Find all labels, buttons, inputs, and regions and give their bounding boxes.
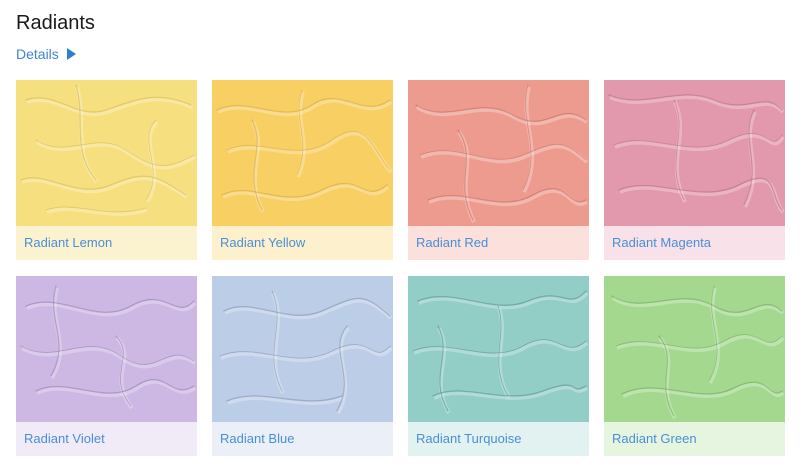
brush-highlight <box>609 95 785 114</box>
swatch-card-magenta[interactable]: Radiant Magenta <box>604 80 785 260</box>
swatch-card-lemon[interactable]: Radiant Lemon <box>16 80 197 260</box>
swatch-image <box>16 276 197 422</box>
swatch-image <box>212 276 393 422</box>
brush-ridge <box>35 139 195 167</box>
paint-texture <box>611 285 785 419</box>
page: Radiants Details Radiant Lemon Radiant Y… <box>0 0 800 474</box>
swatch-image <box>16 80 197 226</box>
brush-ridge <box>219 344 391 359</box>
brush-highlight <box>217 98 393 117</box>
swatch-card-green[interactable]: Radiant Green <box>604 276 785 456</box>
swatch-label: Radiant Turquoise <box>408 422 589 456</box>
paint-texture <box>20 84 196 216</box>
swatch-label: Radiant Blue <box>212 422 393 456</box>
swatch-image <box>408 276 589 422</box>
swatch-label: Radiant Violet <box>16 422 197 456</box>
brush-highlight <box>46 207 148 216</box>
swatch-image <box>604 276 785 422</box>
swatch-image <box>212 80 393 226</box>
brush-highlight <box>743 111 757 208</box>
brush-highlight <box>658 336 677 419</box>
brush-highlight <box>26 97 193 116</box>
brush-ridge <box>20 175 187 196</box>
swatch-image <box>408 80 589 226</box>
swatch-label: Radiant Green <box>604 422 785 456</box>
swatch-image <box>604 80 785 226</box>
paint-texture <box>412 290 589 414</box>
brush-highlight <box>227 131 393 174</box>
paint-texture <box>20 285 197 410</box>
swatch-label: Radiant Red <box>408 226 589 260</box>
swatch-grid: Radiant Lemon Radiant Yellow Radiant Red… <box>16 80 786 456</box>
swatch-label: Radiant Lemon <box>16 226 197 260</box>
paint-texture <box>415 84 589 223</box>
brush-highlight <box>35 140 196 170</box>
swatch-label: Radiant Yellow <box>212 226 393 260</box>
paint-texture <box>216 89 393 213</box>
brush-highlight <box>457 130 476 223</box>
details-link[interactable]: Details <box>16 45 76 63</box>
brush-ridge <box>615 334 783 349</box>
swatch-card-blue[interactable]: Radiant Blue <box>212 276 393 456</box>
swatch-label: Radiant Magenta <box>604 226 785 260</box>
swatch-card-red[interactable]: Radiant Red <box>408 80 589 260</box>
swatch-card-violet[interactable]: Radiant Violet <box>16 276 197 456</box>
brush-highlight <box>222 183 390 202</box>
details-label: Details <box>16 46 59 62</box>
brush-ridge <box>427 188 587 203</box>
paint-texture <box>219 290 393 414</box>
brush-highlight <box>115 336 134 410</box>
play-arrow-icon <box>66 48 76 60</box>
swatch-card-turquoise[interactable]: Radiant Turquoise <box>408 276 589 456</box>
paint-texture <box>608 94 785 214</box>
swatch-card-yellow[interactable]: Radiant Yellow <box>212 80 393 260</box>
page-title: Radiants <box>16 12 95 34</box>
